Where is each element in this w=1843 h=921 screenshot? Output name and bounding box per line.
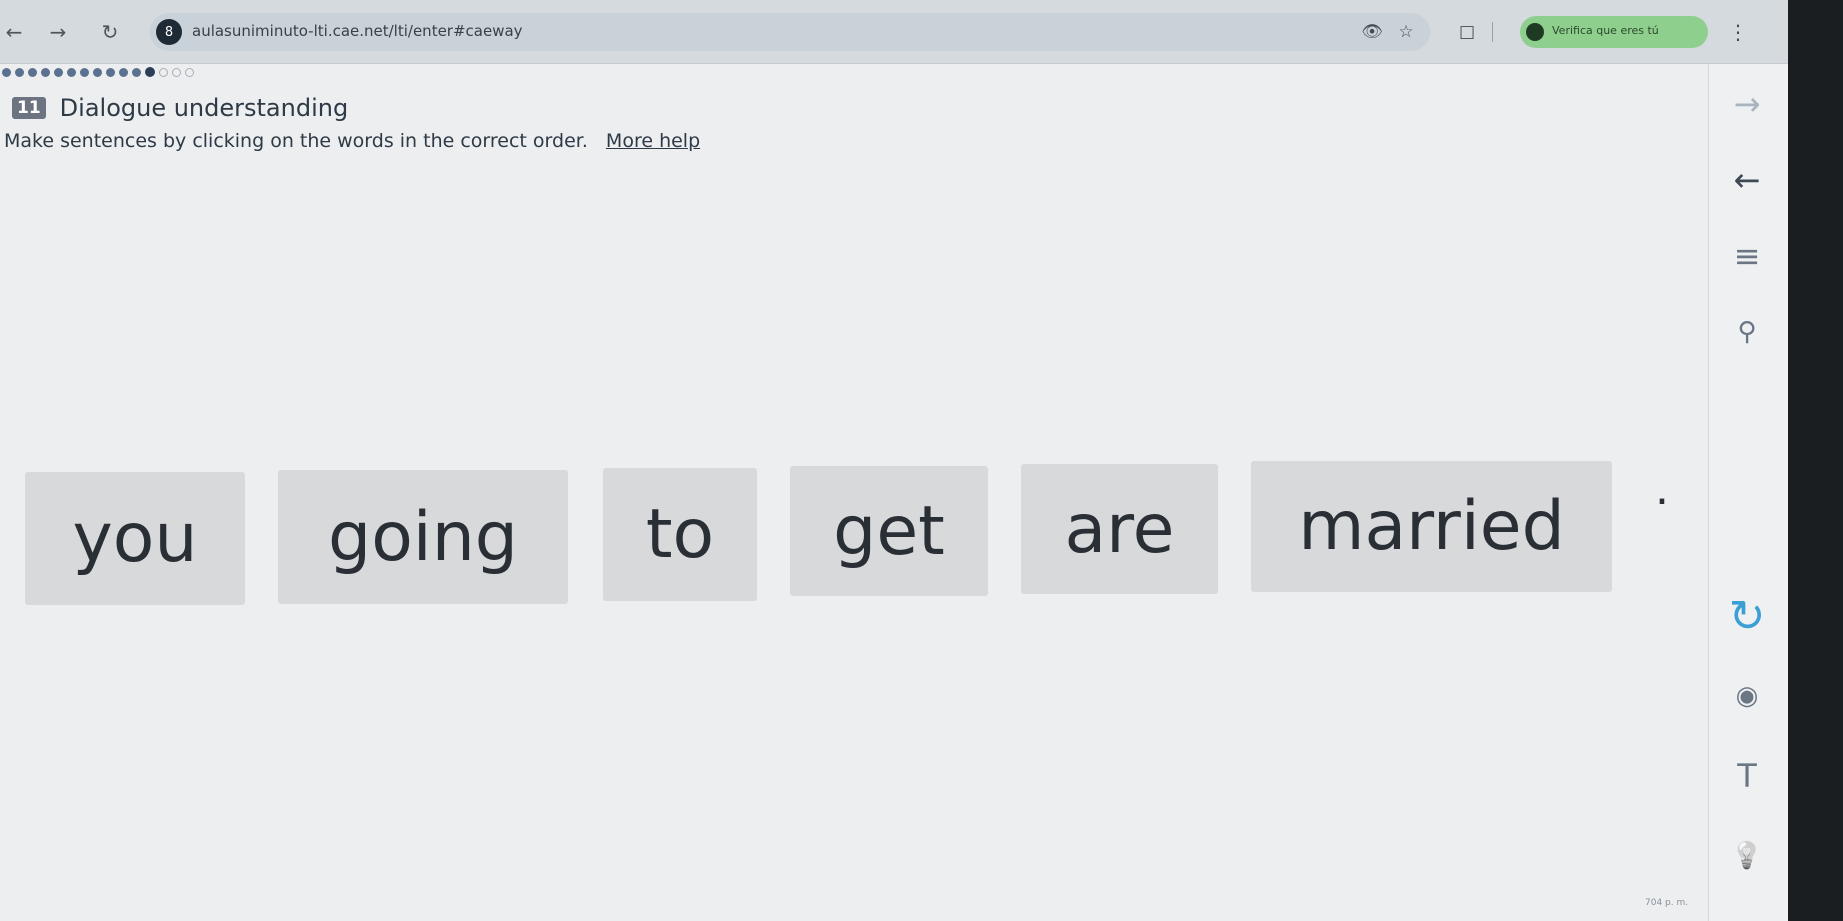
avatar [1526,23,1544,41]
menu-dots-icon[interactable]: ⋮ [1726,18,1750,46]
progress-dot-current [145,67,155,77]
page-title: Dialogue understanding [59,94,349,122]
progress-dot-done [15,67,24,77]
progress-dot-todo [185,67,194,77]
forward-arrow-icon[interactable]: → [44,18,72,46]
text-size-icon[interactable]: T [1725,754,1769,798]
progress-dots [2,67,194,77]
url-text[interactable]: aulasuniminuto-lti.cae.net/lti/enter#cae… [192,22,523,40]
eye-off-icon[interactable]: 👁 [1360,21,1384,43]
word-tile-are[interactable]: are [1021,464,1218,594]
back-arrow-icon[interactable]: ← [1725,158,1769,202]
progress-dot-done [132,67,141,77]
toolbar-separator [1492,22,1493,42]
progress-dot-done [67,67,76,77]
profile-chip[interactable]: Verifica que eres tú [1520,16,1708,48]
word-tile-married[interactable]: married [1251,461,1612,592]
list-icon[interactable]: ≡ [1725,234,1769,278]
exercise-number-badge: 11 [12,97,46,119]
side-toolbar: → ← ≡ ⚲ ↻ ◉ T 💡 [1708,64,1788,921]
view-icon[interactable]: ◉ [1725,674,1769,718]
progress-dot-done [54,67,63,77]
progress-dot-done [106,67,115,77]
instructions-line: Make sentences by clicking on the words … [4,130,700,152]
extension-icon[interactable]: □ [1455,20,1479,44]
address-bar[interactable]: 8 aulasuniminuto-lti.cae.net/lti/enter#c… [150,13,1430,51]
sentence-period: . [1655,464,1669,515]
progress-dot-done [119,67,128,77]
next-arrow-icon[interactable]: → [1725,82,1769,126]
progress-dot-done [93,67,102,77]
refresh-icon[interactable]: ↻ [1725,591,1769,642]
profile-status-text: Verifica que eres tú [1552,24,1659,37]
more-help-link[interactable]: More help [606,130,700,152]
progress-dot-todo [172,67,181,77]
reload-icon[interactable]: ↻ [96,18,124,46]
back-arrow-icon[interactable]: ← [0,18,28,46]
progress-dot-done [2,67,11,77]
status-clock: 704 p. m. [1645,898,1689,908]
screen-bezel [1788,0,1843,921]
exercise-header: 11 Dialogue understanding [12,94,348,122]
word-tile-you[interactable]: you [25,472,245,605]
instructions-text: Make sentences by clicking on the words … [4,130,588,152]
site-favicon: 8 [156,19,182,45]
progress-dot-done [41,67,50,77]
word-tile-get[interactable]: get [790,466,988,596]
lightbulb-icon[interactable]: 💡 [1725,834,1769,878]
word-tile-to[interactable]: to [603,468,757,601]
progress-dot-done [28,67,37,77]
progress-dot-todo [159,67,168,77]
hint-icon[interactable]: ⚲ [1725,310,1769,354]
progress-dot-done [80,67,89,77]
browser-toolbar: ← → ↻ 8 aulasuniminuto-lti.cae.net/lti/e… [0,0,1843,64]
word-tile-going[interactable]: going [278,470,568,604]
star-icon[interactable]: ☆ [1394,21,1418,43]
